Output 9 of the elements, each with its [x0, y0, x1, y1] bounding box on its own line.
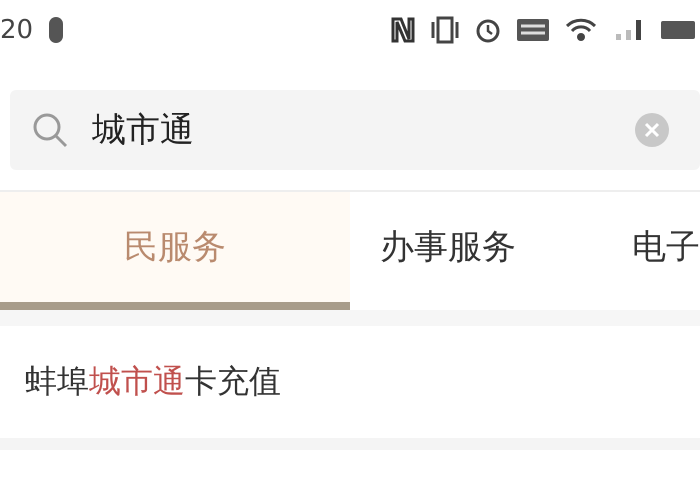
tab[interactable]: 办事服务: [350, 192, 632, 310]
clear-icon[interactable]: [634, 112, 670, 148]
tab[interactable]: 电子: [632, 192, 700, 310]
vibrate-icon: [430, 16, 460, 44]
nfc-icon: [390, 16, 416, 44]
search-field[interactable]: 城市通: [10, 90, 700, 170]
status-time: 20: [0, 15, 34, 45]
wifi-icon: [564, 16, 598, 44]
result-title[interactable]: 蚌埠城市通卡充值: [25, 360, 281, 404]
